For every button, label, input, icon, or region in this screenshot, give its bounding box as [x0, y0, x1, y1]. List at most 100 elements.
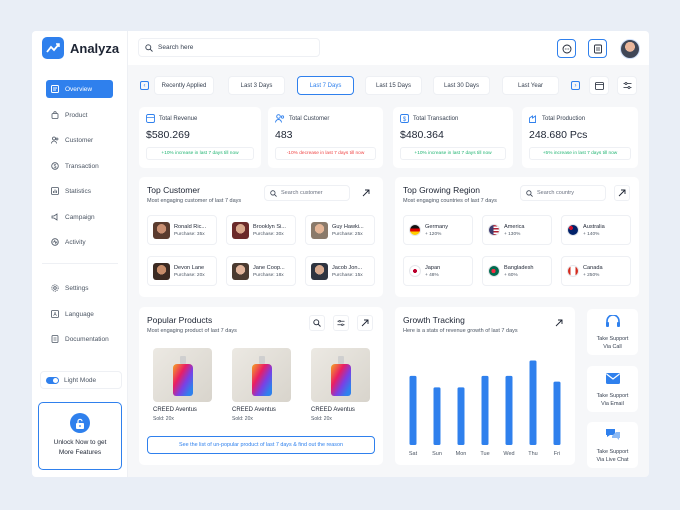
support-email-button[interactable]: Take Support Via Email [587, 366, 638, 412]
chart-bar-tue[interactable] [481, 375, 489, 445]
country-tile[interactable]: Germany + 120% [403, 215, 473, 245]
customer-search-input[interactable]: Search customer [264, 185, 350, 201]
chart-tick-label: Sat [409, 451, 418, 457]
customer-tile[interactable]: Brooklyn Si... Purchase: 30x [226, 215, 296, 245]
filter-last-7-days[interactable]: Last 7 Days [297, 76, 354, 95]
customer-avatar [153, 262, 170, 280]
product-item[interactable]: CREED Aventus Sold: 20x [153, 348, 212, 422]
bangladesh-flag-icon [488, 265, 500, 277]
canada-flag-icon [567, 265, 579, 277]
search-placeholder: Search country [537, 190, 574, 196]
light-mode-toggle[interactable]: Light Mode [40, 371, 122, 389]
light-mode-label: Light Mode [64, 376, 97, 384]
sidebar-item-label: Language [65, 310, 94, 318]
chart-tick-label: Mon [456, 451, 467, 457]
filter-settings-button[interactable] [617, 76, 637, 95]
sidebar-item-overview[interactable]: Overview [46, 80, 113, 98]
documents-button[interactable] [588, 39, 607, 58]
customer-name: Brooklyn Si... [253, 223, 286, 230]
filter-prev-button[interactable]: ‹ [140, 81, 149, 90]
sidebar-item-product[interactable]: Product [46, 106, 113, 124]
stat-card-transaction: $ Total Transaction $480.364 +10% increa… [393, 107, 513, 168]
messages-button[interactable] [557, 39, 576, 58]
chart-bar-fri[interactable] [553, 381, 561, 445]
country-tile[interactable]: Canada + 250% [561, 256, 631, 286]
search-input[interactable]: Search here [138, 38, 320, 57]
country-tile[interactable]: Japan + 48% [403, 256, 473, 286]
sidebar-item-campaign[interactable]: Campaign [46, 208, 113, 226]
sidebar-item-label: Customer [65, 136, 94, 144]
expand-button[interactable] [614, 185, 630, 201]
sidebar-item-settings[interactable]: Settings [46, 279, 113, 297]
country-search-input[interactable]: Search country [520, 185, 606, 201]
filter-recently-applied[interactable]: Recently Applied [154, 76, 214, 95]
country-tile[interactable]: America + 130% [482, 215, 552, 245]
stat-head: Total Customer [275, 114, 329, 123]
customer-purchase: Purchase: 15x [332, 272, 363, 278]
unlock-text-line1: Unlock Now to get [53, 439, 107, 446]
filter-last-30-days[interactable]: Last 30 Days [433, 76, 490, 95]
toggle-switch[interactable] [46, 376, 59, 384]
filter-last-3-days[interactable]: Last 3 Days [228, 76, 285, 95]
sidebar-item-label: Product [65, 111, 88, 119]
sidebar-item-language[interactable]: A Language [46, 305, 113, 323]
sidebar-item-activity[interactable]: Activity [46, 233, 113, 251]
chart-tick-label: Fri [554, 451, 560, 457]
card-title: Top Growing Region [403, 185, 481, 195]
sidebar-item-statistics[interactable]: Statistics [46, 182, 113, 200]
card-title: Growth Tracking [403, 315, 465, 325]
expand-button[interactable] [358, 185, 374, 201]
filter-next-button[interactable]: › [571, 81, 580, 90]
sidebar-item-customer[interactable]: Customer [46, 131, 113, 149]
chart-bar-wed[interactable] [505, 375, 513, 445]
customer-tile[interactable]: Guy Hawki... Purchase: 25x [305, 215, 375, 245]
chevron-right-icon: › [574, 82, 577, 89]
filter-button[interactable] [333, 315, 349, 331]
customer-purchase: Purchase: 18x [253, 272, 284, 278]
support-chat-button[interactable]: Take Support Via Live Chat [587, 422, 638, 468]
sidebar-item-transaction[interactable]: $ Transaction [46, 157, 113, 175]
arrow-up-right-icon [618, 189, 626, 197]
customer-tile[interactable]: Devon Lane Purchase: 20x [147, 256, 217, 286]
customer-avatar [153, 221, 170, 239]
country-growth: + 140% [583, 231, 600, 237]
customer-avatar [232, 262, 249, 280]
sidebar-item-label: Statistics [65, 187, 92, 195]
unpopular-products-link[interactable]: See the list of un-popular product of la… [147, 436, 375, 454]
sidebar-item-label: Campaign [65, 213, 95, 221]
gear-icon [51, 284, 59, 292]
chart-bar-mon[interactable] [457, 387, 465, 445]
filter-last-year[interactable]: Last Year [502, 76, 559, 95]
language-icon: A [51, 310, 59, 318]
perfume-bottle-icon [330, 356, 351, 396]
customer-tile[interactable]: Ronald Ric... Purchase: 35x [147, 215, 217, 245]
customer-tile[interactable]: Jane Coop... Purchase: 18x [226, 256, 296, 286]
sidebar-item-documentation[interactable]: Documentation [46, 330, 113, 348]
sidebar-divider [42, 263, 118, 264]
search-placeholder: Search here [158, 44, 194, 51]
chart-bar-sun[interactable] [433, 387, 441, 445]
expand-button[interactable] [357, 315, 373, 331]
search-button[interactable] [309, 315, 325, 331]
megaphone-icon [51, 213, 59, 221]
product-item[interactable]: CREED Aventus Sold: 20x [311, 348, 370, 422]
unlock-features-card[interactable]: Unlock Now to get More Features [38, 402, 122, 470]
country-name: Canada [583, 264, 603, 271]
country-name: Bangladesh [504, 264, 534, 271]
customer-tile[interactable]: Jacob Jon... Purchase: 15x [305, 256, 375, 286]
product-item[interactable]: CREED Aventus Sold: 20x [232, 348, 291, 422]
user-avatar[interactable] [620, 39, 640, 59]
product-name: CREED Aventus [311, 407, 355, 413]
logo[interactable]: Analyza [42, 37, 119, 59]
country-tile[interactable]: Australia + 140% [561, 215, 631, 245]
chat-icon [562, 44, 571, 53]
top-region-card: Top Growing Region Most engaging countri… [395, 177, 639, 297]
stat-head: Total Revenue [146, 114, 197, 123]
chart-bar-thu[interactable] [529, 360, 537, 445]
support-call-button[interactable]: Take Support Via Call [587, 309, 638, 355]
calendar-button[interactable] [589, 76, 609, 95]
filter-last-15-days[interactable]: Last 15 Days [365, 76, 422, 95]
country-tile[interactable]: Bangladesh + 60% [482, 256, 552, 286]
expand-button[interactable] [551, 315, 567, 331]
chart-bar-sat[interactable] [409, 375, 417, 445]
